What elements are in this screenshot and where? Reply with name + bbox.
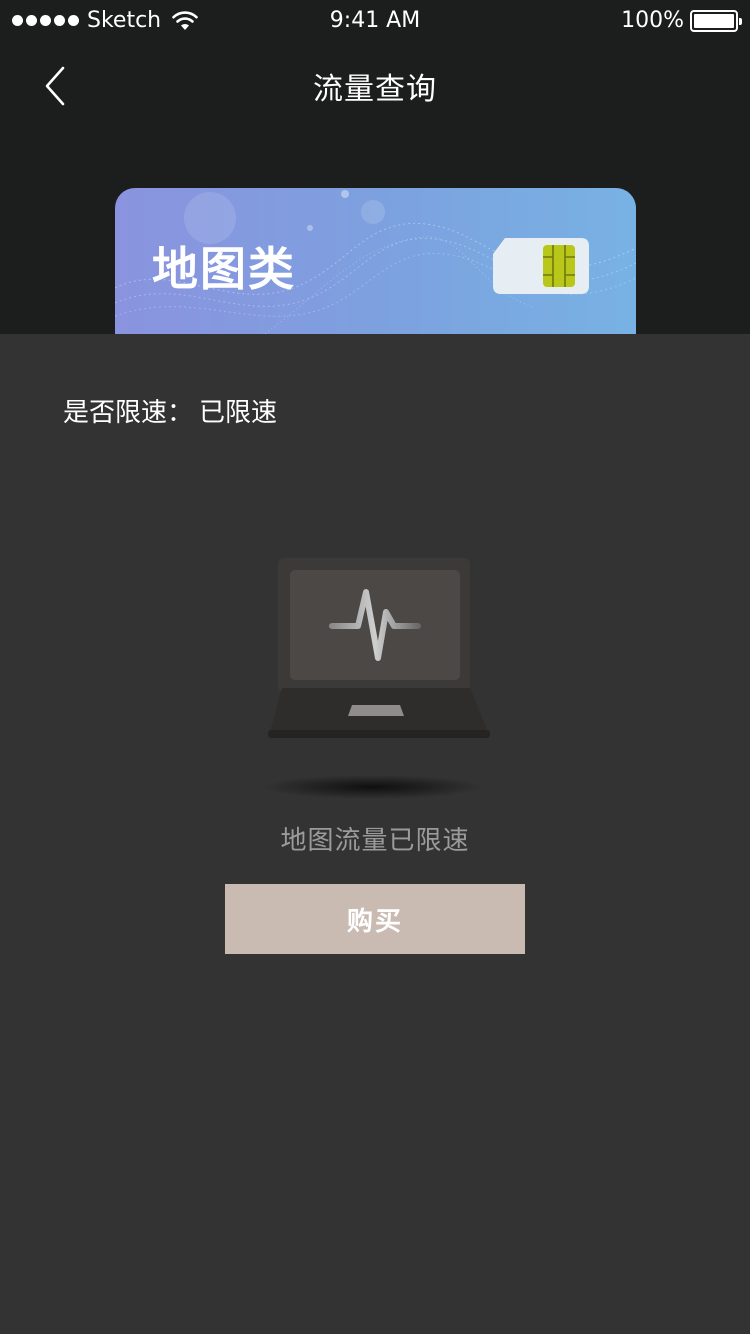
buy-button[interactable]: 购买 bbox=[225, 884, 525, 954]
status-bar: Sketch 9:41 AM 100% bbox=[0, 0, 750, 42]
laptop-pulse-icon bbox=[263, 558, 490, 799]
nav-bar: 流量查询 bbox=[0, 42, 750, 130]
plan-card: 地图类 bbox=[115, 188, 636, 334]
status-message: 地图流量已限速 bbox=[280, 826, 470, 856]
card-title: 地图类 bbox=[152, 242, 296, 296]
speed-limit-value: 已限速 bbox=[199, 398, 278, 428]
battery-icon bbox=[690, 9, 742, 32]
sim-card-icon bbox=[493, 238, 589, 294]
page-title: 流量查询 bbox=[313, 72, 437, 107]
status-bar-right: 100% bbox=[621, 8, 742, 33]
speed-limit-label: 是否限速： bbox=[63, 398, 194, 428]
speed-limit-row: 是否限速： 已限速 bbox=[63, 392, 277, 429]
battery-percent: 100% bbox=[621, 8, 684, 33]
